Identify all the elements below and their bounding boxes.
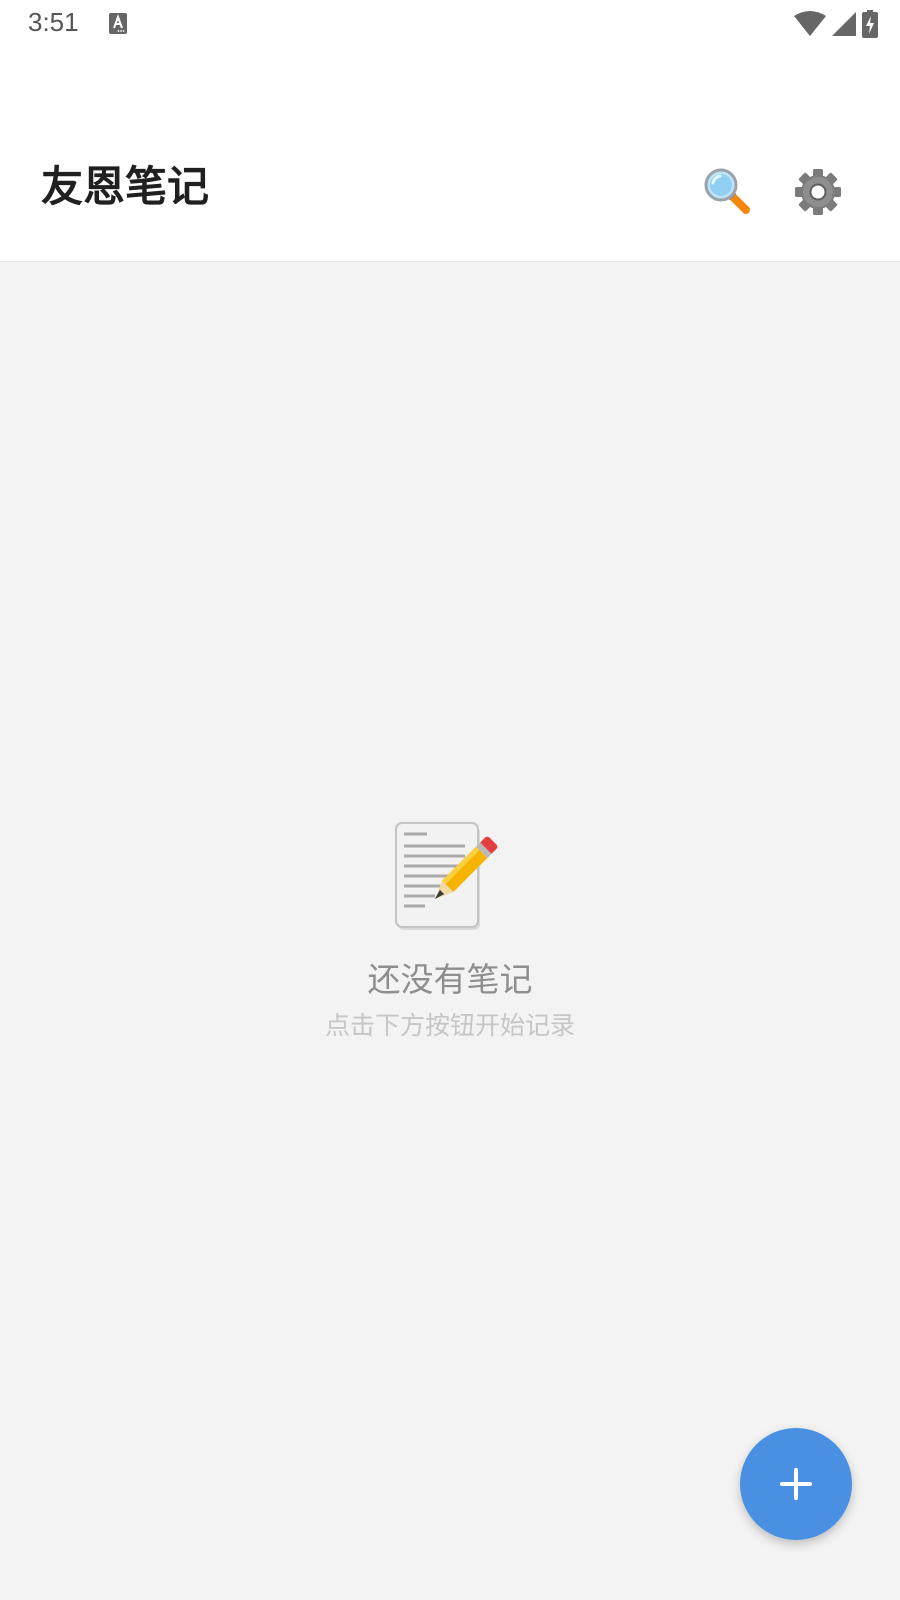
status-time: 3:51 bbox=[28, 7, 79, 37]
empty-subtitle: 点击下方按钮开始记录 bbox=[324, 1011, 575, 1040]
search-button[interactable] bbox=[702, 166, 754, 218]
notes-home-screen: 3:51 友恩笔记 还没有笔记 点击下方按钮开始记录 bbox=[0, 0, 900, 1600]
status-bar: 3:51 bbox=[0, 0, 900, 48]
memo-pencil-icon bbox=[395, 822, 498, 930]
text-notification-icon bbox=[109, 13, 127, 34]
magnifying-glass-icon bbox=[704, 168, 750, 214]
plus-icon bbox=[780, 1468, 812, 1500]
empty-title: 还没有笔记 bbox=[367, 960, 533, 999]
gear-icon bbox=[795, 169, 841, 215]
app-bar: 友恩笔记 bbox=[0, 48, 900, 262]
battery-charging-icon bbox=[862, 10, 878, 38]
cellular-signal-icon bbox=[832, 12, 856, 36]
status-icons bbox=[794, 10, 878, 38]
wifi-icon bbox=[794, 11, 826, 36]
app-title: 友恩笔记 bbox=[41, 162, 210, 211]
add-note-button[interactable] bbox=[740, 1428, 852, 1540]
settings-button[interactable] bbox=[792, 166, 844, 218]
empty-state: 还没有笔记 点击下方按钮开始记录 bbox=[0, 820, 900, 1042]
